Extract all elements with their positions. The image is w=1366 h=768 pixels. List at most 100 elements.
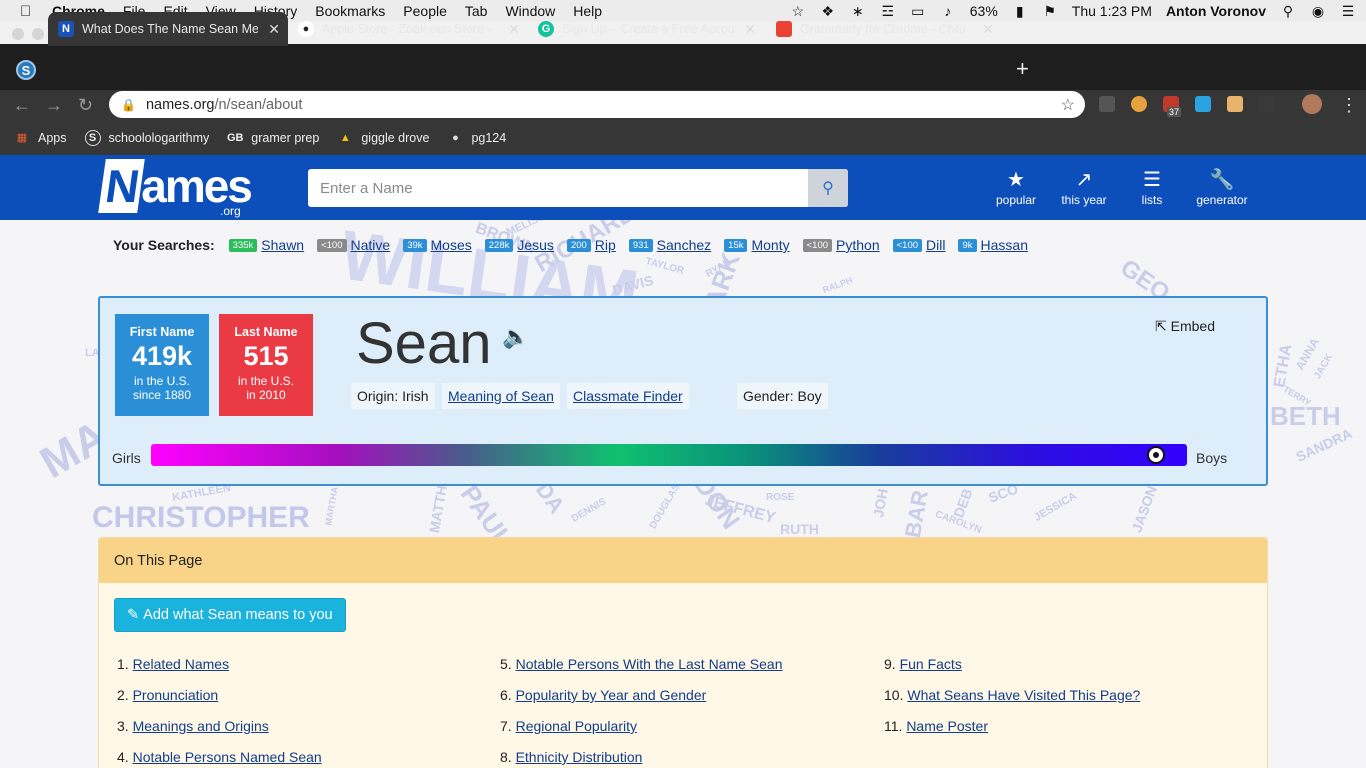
- last-name-stat[interactable]: Last Name 515 in the U.S. in 2010: [219, 314, 313, 416]
- search-history-item[interactable]: 39k Moses: [403, 237, 472, 253]
- search-history-item[interactable]: <100 Native: [317, 237, 390, 253]
- close-window-button[interactable]: [12, 28, 24, 40]
- address-bar[interactable]: 🔒 names.org/n/sean/about ☆: [109, 91, 1085, 118]
- reload-icon[interactable]: ↻: [78, 95, 93, 116]
- close-tab-icon[interactable]: ✕: [268, 21, 280, 38]
- notification-center-icon[interactable]: ☰: [1340, 3, 1356, 20]
- minimize-window-button[interactable]: [32, 28, 44, 40]
- girls-label: Girls: [112, 450, 141, 466]
- search-history-link[interactable]: Hassan: [981, 237, 1028, 253]
- chrome-menu-icon[interactable]: ⋮: [1340, 95, 1358, 116]
- bookmark-star-icon[interactable]: ☆: [1061, 95, 1075, 115]
- count-badge: <100: [892, 238, 923, 252]
- search-history-item[interactable]: 9k Hassan: [958, 237, 1028, 253]
- nav-generator[interactable]: 🔧 generator: [1194, 167, 1250, 207]
- bookmark-schoolologarithmy[interactable]: S schoolologarithmy: [84, 129, 209, 146]
- meaning-chip[interactable]: Meaning of Sean: [442, 383, 560, 409]
- search-history-link[interactable]: Python: [836, 237, 880, 253]
- list-icon: ☰: [1143, 169, 1161, 191]
- pinned-tab-schoology[interactable]: S: [16, 60, 36, 80]
- search-history-item[interactable]: 335k Shawn: [228, 237, 304, 253]
- tab-names-org[interactable]: N What Does The Name Sean Me ✕: [48, 12, 288, 46]
- search-button[interactable]: ⚲: [808, 169, 848, 207]
- bookmark-pg124[interactable]: ● pg124: [447, 130, 506, 146]
- toc-item: 9. Fun Facts: [884, 656, 962, 672]
- bookmark-gramer-prep[interactable]: GB gramer prep: [227, 130, 319, 146]
- names-logo[interactable]: Names .org: [98, 159, 253, 218]
- speaker-icon[interactable]: 🔈: [502, 324, 529, 350]
- nav-popular[interactable]: ★ popular: [995, 167, 1037, 207]
- search-history-item[interactable]: <100 Dill: [892, 237, 945, 253]
- toc-link[interactable]: Regional Popularity: [516, 718, 637, 734]
- close-tab-icon[interactable]: ✕: [744, 21, 756, 38]
- search-history-item[interactable]: 200 Rip: [566, 237, 616, 253]
- toc-link[interactable]: Notable Persons With the Last Name Sean: [516, 656, 783, 672]
- toc-link[interactable]: Notable Persons Named Sean: [133, 749, 322, 765]
- apple-icon[interactable]: : [20, 3, 36, 20]
- siri-icon[interactable]: ◉: [1310, 3, 1326, 20]
- dark-extension-icon[interactable]: [1259, 96, 1275, 112]
- toc-link[interactable]: Popularity by Year and Gender: [516, 687, 707, 703]
- lock-icon[interactable]: 🔒: [121, 98, 136, 112]
- search-history-link[interactable]: Sanchez: [657, 237, 711, 253]
- name-search-input[interactable]: [308, 169, 808, 207]
- toc-link[interactable]: What Seans Have Visited This Page?: [907, 687, 1140, 703]
- tab-apple-store[interactable]: ● Apple Store - Zoek een Store - ✕: [288, 12, 528, 46]
- search-history-link[interactable]: Rip: [595, 237, 616, 253]
- profile-avatar[interactable]: [1302, 94, 1322, 114]
- forward-arrow-icon[interactable]: →: [45, 95, 63, 116]
- face-extension-icon[interactable]: [1227, 96, 1243, 112]
- your-searches-label: Your Searches:: [113, 237, 215, 253]
- close-tab-icon[interactable]: ✕: [508, 21, 520, 38]
- toc-link[interactable]: Related Names: [133, 656, 230, 672]
- tab-grammarly-signup[interactable]: G Sign Up – Create a Free Accou ✕: [528, 12, 764, 46]
- count-badge: <100: [317, 238, 347, 252]
- cloud-word: MATTH: [425, 483, 451, 535]
- search-history-link[interactable]: Moses: [431, 237, 472, 253]
- embed-button[interactable]: ⇱ Embed: [1155, 318, 1215, 335]
- search-history-link[interactable]: Monty: [751, 237, 789, 253]
- crx-extension-icon[interactable]: [1099, 96, 1115, 112]
- battery-icon[interactable]: ▮: [1012, 3, 1028, 20]
- search-history-link[interactable]: Jesus: [517, 237, 554, 253]
- clock[interactable]: Thu 1:23 PM: [1072, 3, 1152, 19]
- toc-link[interactable]: Meanings and Origins: [133, 718, 269, 734]
- count-badge: <100: [802, 238, 833, 252]
- bookmark-giggle-drove[interactable]: ▲ giggle drove: [337, 130, 430, 146]
- checker-extension-icon[interactable]: [1195, 96, 1211, 112]
- new-tab-button[interactable]: +: [1016, 56, 1029, 82]
- toc-item: 6. Popularity by Year and Gender: [500, 687, 707, 703]
- back-arrow-icon[interactable]: ←: [13, 95, 31, 116]
- nav-lists[interactable]: ☰ lists: [1136, 167, 1168, 207]
- toc-link[interactable]: Pronunciation: [133, 687, 219, 703]
- search-history-item[interactable]: <100 Python: [802, 237, 880, 253]
- nav-this-year[interactable]: ↗ this year: [1058, 167, 1110, 207]
- classmate-finder-link[interactable]: Classmate Finder: [573, 388, 683, 404]
- search-history-link[interactable]: Shawn: [261, 237, 304, 253]
- toc-link[interactable]: Fun Facts: [900, 656, 962, 672]
- add-meaning-button[interactable]: ✎ Add what Sean means to you: [114, 598, 346, 632]
- tab-title: Grammarly for Chrome - Chro: [800, 22, 966, 36]
- gender-marker: [1146, 446, 1165, 464]
- meaning-link[interactable]: Meaning of Sean: [448, 388, 554, 404]
- close-tab-icon[interactable]: ✕: [982, 21, 994, 38]
- user-name[interactable]: Anton Voronov: [1166, 3, 1266, 19]
- toc-link[interactable]: Name Poster: [906, 718, 988, 734]
- toc-item: 7. Regional Popularity: [500, 718, 637, 734]
- bookmark-apps[interactable]: ▦ Apps: [14, 130, 67, 146]
- toc-link[interactable]: Ethnicity Distribution: [516, 749, 643, 765]
- url-text[interactable]: names.org/n/sean/about: [146, 97, 302, 113]
- classmate-chip[interactable]: Classmate Finder: [567, 383, 689, 409]
- search-history-item[interactable]: 931 Sanchez: [628, 237, 711, 253]
- spotlight-icon[interactable]: ⚲: [1280, 3, 1296, 20]
- first-name-stat[interactable]: First Name 419k in the U.S. since 1880: [115, 314, 209, 416]
- search-history-item[interactable]: 228k Jesus: [484, 237, 554, 253]
- tab-chrome-webstore[interactable]: Grammarly for Chrome - Chro ✕: [766, 12, 1002, 46]
- search-history-item[interactable]: 15k Monty: [724, 237, 790, 253]
- toc-column: 5. Notable Persons With the Last Name Se…: [500, 649, 783, 768]
- cloud-word: DEB: [950, 486, 976, 520]
- owl-extension-icon[interactable]: [1131, 96, 1147, 112]
- flag-icon[interactable]: ⚑: [1042, 3, 1058, 20]
- search-history-link[interactable]: Native: [351, 237, 391, 253]
- search-history-link[interactable]: Dill: [926, 237, 945, 253]
